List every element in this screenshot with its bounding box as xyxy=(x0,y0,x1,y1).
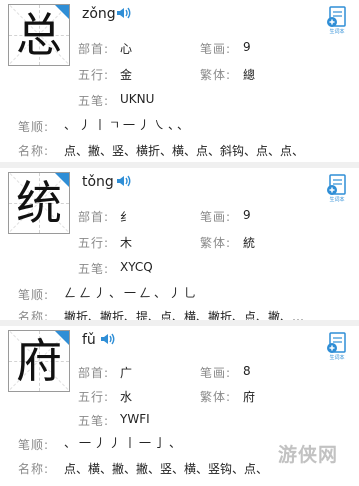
radical-value: 纟 xyxy=(120,210,133,224)
notebook-add-icon xyxy=(327,332,346,353)
traditional-label: 繁体: xyxy=(200,390,232,404)
wuxing-label: 五行: xyxy=(78,236,110,250)
stroke-names-value: 点、横、撇、撇、竖、横、竖钩、点、 xyxy=(64,462,269,476)
stroke-count-label: 笔画: xyxy=(200,366,232,380)
stroke-animation-corner-icon[interactable] xyxy=(55,173,69,187)
add-to-vocabulary-button[interactable]: 生词本 xyxy=(326,332,348,362)
stroke-count-value: 8 xyxy=(243,364,251,378)
wubi-value: YWFI xyxy=(120,412,150,426)
stroke-order-value: 、丿丨ㄱ一丿㇏、、 xyxy=(64,118,193,132)
traditional-label: 繁体: xyxy=(200,68,232,82)
wubi-label: 五笔: xyxy=(78,94,110,108)
speaker-icon[interactable] xyxy=(100,332,116,346)
stroke-count-value: 9 xyxy=(243,40,251,54)
pinyin: tǒng xyxy=(82,174,114,190)
stroke-order-value: ㄥㄥ丿、一ㄥ、丿乚 xyxy=(64,286,200,300)
traditional-value: 統 xyxy=(243,236,256,250)
wuxing-label: 五行: xyxy=(78,390,110,404)
traditional-value: 總 xyxy=(243,68,256,82)
pinyin: zǒng xyxy=(82,6,116,22)
stroke-order-label: 笔顺: xyxy=(18,288,50,302)
wubi-label: 五笔: xyxy=(78,262,110,276)
stroke-names-value: 点、撇、竖、横折、横、点、斜钩、点、点、 xyxy=(64,144,305,158)
notebook-add-icon xyxy=(327,174,346,195)
notebook-add-icon xyxy=(327,6,346,27)
stroke-count-label: 笔画: xyxy=(200,42,232,56)
character-box[interactable]: 统 xyxy=(8,172,70,234)
pinyin: fǔ xyxy=(82,332,96,348)
wubi-value: UKNU xyxy=(120,92,155,106)
add-to-vocabulary-button[interactable]: 生词本 xyxy=(326,174,348,204)
character-card-tong: 统 tǒng 生词本 部首: 纟 笔画: 9 五行: 木 繁体: 統 五笔: X… xyxy=(0,168,359,328)
character-card-zong: 总 zǒng 生词本 部首: 心 笔画: 9 五行: 金 繁体: 總 五笔: U… xyxy=(0,0,359,160)
add-to-vocabulary-button[interactable]: 生词本 xyxy=(326,6,348,36)
wuxing-value: 水 xyxy=(120,390,133,404)
speaker-icon[interactable] xyxy=(116,6,132,20)
radical-label: 部首: xyxy=(78,42,110,56)
wuxing-value: 金 xyxy=(120,68,133,82)
traditional-value: 府 xyxy=(243,390,256,404)
add-label: 生词本 xyxy=(329,355,345,361)
radical-label: 部首: xyxy=(78,366,110,380)
radical-value: 心 xyxy=(120,42,133,56)
wuxing-value: 木 xyxy=(120,236,133,250)
radical-label: 部首: xyxy=(78,210,110,224)
add-label: 生词本 xyxy=(329,197,345,203)
stroke-count-label: 笔画: xyxy=(200,210,232,224)
wubi-value: XYCQ xyxy=(120,260,153,274)
character-box[interactable]: 府 xyxy=(8,330,70,392)
stroke-animation-corner-icon[interactable] xyxy=(55,331,69,345)
radical-value: 广 xyxy=(120,366,133,380)
stroke-names-label: 名称: xyxy=(18,462,50,476)
stroke-animation-corner-icon[interactable] xyxy=(55,5,69,19)
add-label: 生词本 xyxy=(329,29,345,35)
stroke-names-label: 名称: xyxy=(18,144,50,158)
character-box[interactable]: 总 xyxy=(8,4,70,66)
speaker-icon[interactable] xyxy=(116,174,132,188)
watermark: 游侠网 xyxy=(278,444,339,466)
stroke-count-value: 9 xyxy=(243,208,251,222)
stroke-order-label: 笔顺: xyxy=(18,120,50,134)
traditional-label: 繁体: xyxy=(200,236,232,250)
wubi-label: 五笔: xyxy=(78,414,110,428)
stroke-order-value: 、一丿丿丨一亅、 xyxy=(64,436,185,450)
wuxing-label: 五行: xyxy=(78,68,110,82)
stroke-order-label: 笔顺: xyxy=(18,438,50,452)
